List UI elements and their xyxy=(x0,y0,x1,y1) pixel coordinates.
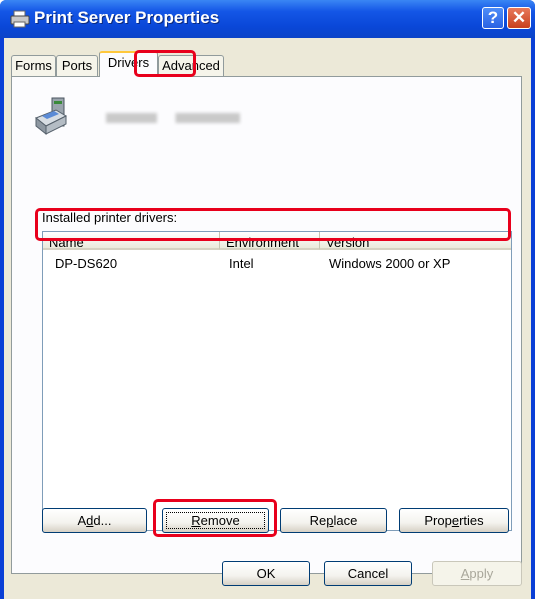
help-button[interactable]: ? xyxy=(482,7,504,29)
table-row[interactable]: DP-DS620 Intel Windows 2000 or XP xyxy=(45,252,509,276)
ok-button[interactable]: OK xyxy=(222,561,310,586)
properties-button[interactable]: Properties xyxy=(399,508,509,533)
server-name-redacted xyxy=(106,113,240,123)
add-button[interactable]: Add... xyxy=(42,508,147,533)
driver-version: Windows 2000 or XP xyxy=(329,256,451,271)
tab-ports[interactable]: Ports xyxy=(56,55,98,76)
cancel-button[interactable]: Cancel xyxy=(324,561,412,586)
print-server-properties-window: Print Server Properties ? ✕ Forms Ports … xyxy=(0,0,535,599)
dialog-client: Forms Ports Drivers Advanced Installed p… xyxy=(4,38,531,599)
printer-icon xyxy=(10,10,30,28)
column-header-version[interactable]: Version xyxy=(319,232,511,250)
drivers-list[interactable]: Name Environment Version DP-DS620 Intel … xyxy=(42,231,512,531)
print-server-icon xyxy=(35,97,68,136)
apply-button[interactable]: Apply xyxy=(432,561,522,586)
installed-drivers-label: Installed printer drivers: xyxy=(42,210,178,225)
driver-name: DP-DS620 xyxy=(55,256,118,271)
tab-advanced[interactable]: Advanced xyxy=(158,55,224,76)
remove-button[interactable]: Remove xyxy=(162,508,269,533)
column-header-environment[interactable]: Environment xyxy=(219,232,319,250)
tab-forms[interactable]: Forms xyxy=(11,55,56,76)
window-title: Print Server Properties xyxy=(34,8,220,27)
focus-rectangle xyxy=(166,512,265,529)
close-button[interactable]: ✕ xyxy=(507,7,531,29)
tab-drivers[interactable]: Drivers xyxy=(99,51,158,77)
title-bar[interactable]: Print Server Properties ? ✕ xyxy=(0,0,535,38)
replace-button[interactable]: Replace xyxy=(280,508,387,533)
driver-environment: Intel xyxy=(229,256,254,271)
column-header-name[interactable]: Name xyxy=(43,232,219,250)
